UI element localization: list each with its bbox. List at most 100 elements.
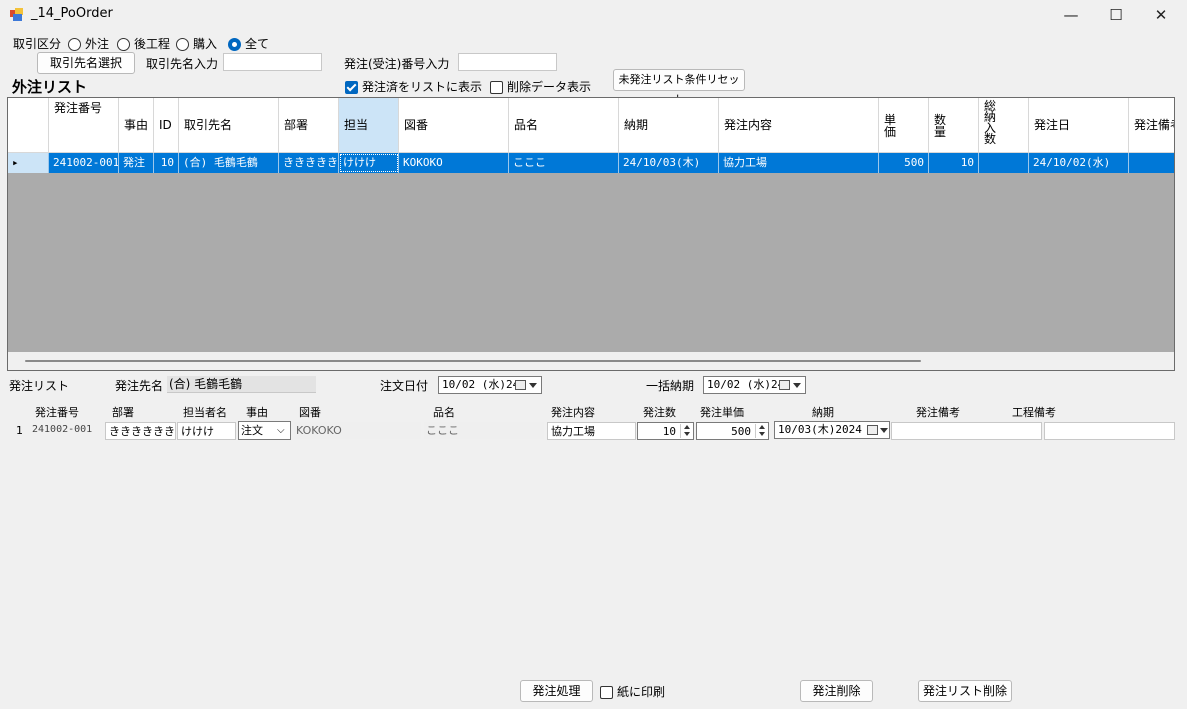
form-row-po: 241002-001 [32,424,93,435]
horizontal-scrollbar[interactable] [8,352,1174,370]
order-grid[interactable]: 発注番号 事由 ID 取引先名 部署 担当 図番 品名 納期 発注内容 単価 数… [7,97,1175,371]
chevron-down-icon [880,428,888,433]
radio-label: 外注 [85,37,110,51]
form-unit-price-value: 500 [731,425,751,438]
checkbox-label: 削除データ表示 [507,80,592,94]
spinner-icon[interactable] [680,424,693,438]
form-order-note-input[interactable] [891,422,1042,440]
print-checkbox[interactable]: 紙に印刷 [600,683,665,700]
col-total-delivered[interactable]: 総納入数 [979,98,1029,153]
row-pointer-icon: ▸ [12,156,19,169]
form-header-person: 担当者名 [183,406,227,419]
col-item[interactable]: 品名 [509,98,619,153]
form-header-qty: 発注数 [643,406,676,419]
col-dept[interactable]: 部署 [279,98,339,153]
cell-order-note[interactable] [1129,153,1174,173]
cell-po[interactable]: 241002-001 [49,153,119,173]
select-client-button[interactable]: 取引先名選択 [37,52,135,74]
cell-item[interactable]: こここ [509,153,619,173]
cell-due[interactable]: 24/10/03(木) [619,153,719,173]
col-unit-price[interactable]: 単価 [879,98,929,153]
form-drawing-value: KOKOKO [294,422,421,439]
cell-drawing[interactable]: KOKOKO [399,153,509,173]
order-no-input[interactable] [458,53,557,71]
reset-conditions-button[interactable]: 未発注リスト条件リセット [613,69,745,106]
form-due-value: 10/03(木)2024 [778,423,862,436]
process-order-button[interactable]: 発注処理 [520,680,593,702]
chevron-down-icon [793,383,801,388]
col-id[interactable]: ID [154,98,179,153]
col-po-number[interactable]: 発注番号 [49,98,119,153]
order-client-value: (合) 毛鶴毛鶴 [167,376,316,393]
row-header-corner [8,98,49,153]
cell-quantity[interactable]: 10 [929,153,979,173]
form-content-input[interactable]: 協力工場 [547,422,636,440]
delete-order-button[interactable]: 発注削除 [800,680,873,702]
spinner-icon[interactable] [755,424,768,438]
show-ordered-checkbox[interactable]: 発注済をリストに表示 [345,78,482,95]
maximize-icon: ☐ [1109,6,1123,24]
col-quantity-label: 数量 [934,113,947,139]
bulk-due-picker[interactable]: 10/02 (水)24 [703,376,806,394]
form-dept-input[interactable]: きききききき [105,422,176,440]
form-qty-value: 10 [662,425,676,438]
form-qty-stepper[interactable]: 10 [637,422,694,440]
client-input-label: 取引先名入力 [146,57,219,71]
form-reason-value: 注文 [241,424,263,437]
cell-person[interactable]: けけけ [339,153,399,173]
cell-dept[interactable]: きききききき [279,153,339,173]
radio-label: 後工程 [134,37,171,51]
col-reason[interactable]: 事由 [119,98,154,153]
form-due-picker[interactable]: 10/03(木)2024 [774,421,890,439]
form-person-input[interactable]: けけけ [177,422,236,440]
col-drawing[interactable]: 図番 [399,98,509,153]
col-due[interactable]: 納期 [619,98,719,153]
maximize-button[interactable]: ☐ [1093,0,1139,30]
radio-atokotei[interactable]: 後工程 [117,35,170,52]
table-row[interactable]: ▸ 241002-001 発注 10 (合) 毛鶴毛鶴 きききききき けけけ K… [8,153,1174,173]
grid-header: 発注番号 事由 ID 取引先名 部署 担当 図番 品名 納期 発注内容 単価 数… [8,98,1174,153]
cell-unit-price[interactable]: 500 [879,153,929,173]
col-quantity[interactable]: 数量 [929,98,979,153]
radio-label: 全て [245,37,270,51]
minimize-button[interactable]: — [1048,0,1094,30]
title-bar: _14_PoOrder — ☐ ✕ [0,0,1187,30]
close-button[interactable]: ✕ [1138,0,1184,30]
form-header-content: 発注内容 [551,406,595,419]
radio-label: 購入 [193,37,218,51]
client-input[interactable] [223,53,322,71]
radio-checked-icon [228,38,241,51]
cell-id[interactable]: 10 [154,153,179,173]
minimize-icon: — [1063,6,1079,24]
radio-gaichu[interactable]: 外注 [68,35,109,52]
show-deleted-checkbox[interactable]: 削除データ表示 [490,78,591,95]
form-reason-select[interactable]: 注文 ⌵ [238,421,291,440]
cell-total[interactable] [979,153,1029,173]
col-content[interactable]: 発注内容 [719,98,879,153]
cell-reason[interactable]: 発注 [119,153,154,173]
form-process-note-input[interactable] [1044,422,1175,440]
row-selector[interactable]: ▸ [8,153,49,173]
radio-icon [117,38,130,51]
radio-icon [68,38,81,51]
form-header-unit-price: 発注単価 [700,406,744,419]
calendar-icon [515,380,526,390]
order-date-picker[interactable]: 10/02 (水)24 [438,376,542,394]
col-client[interactable]: 取引先名 [179,98,279,153]
bulk-due-value: 10/02 (水)24 [707,378,785,391]
form-unit-price-stepper[interactable]: 500 [696,422,769,440]
radio-konyu[interactable]: 購入 [176,35,217,52]
cell-content[interactable]: 協力工場 [719,153,879,173]
col-order-date[interactable]: 発注日 [1029,98,1129,153]
radio-all[interactable]: 全て [228,35,269,52]
col-person[interactable]: 担当 [339,98,399,153]
delete-order-list-button[interactable]: 発注リスト削除 [918,680,1012,702]
form-header-drawing: 図番 [299,406,321,419]
scrollbar-thumb[interactable] [25,360,921,362]
app-icon [10,8,23,21]
calendar-icon [867,425,878,435]
col-order-note[interactable]: 発注備考 [1129,98,1174,153]
order-date-label: 注文日付 [380,379,429,393]
cell-order-date[interactable]: 24/10/02(水) [1029,153,1129,173]
cell-client[interactable]: (合) 毛鶴毛鶴 [179,153,279,173]
